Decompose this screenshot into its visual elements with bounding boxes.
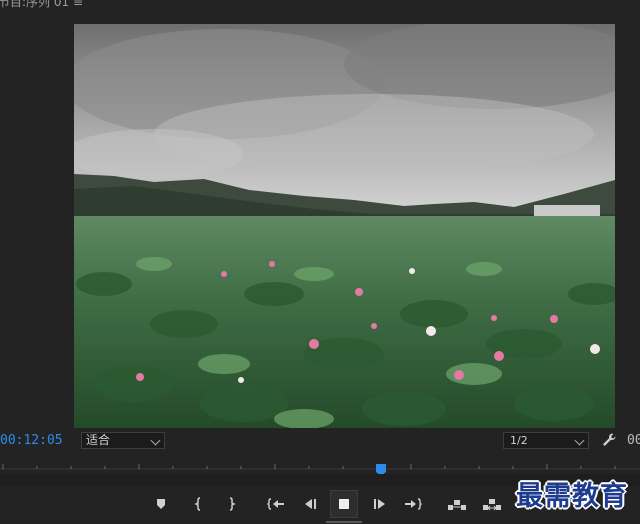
playback-resolution-dropdown[interactable]: 1/2 [503,432,589,449]
mark-out-button[interactable] [217,490,245,518]
step-forward-button[interactable] [366,490,394,518]
chevron-down-icon [150,435,161,446]
step-back-button[interactable] [296,490,324,518]
program-monitor-video[interactable] [74,24,615,428]
mark-in-button[interactable] [185,490,213,518]
panel-header: 节目:序列 01 ≡ [0,0,640,14]
go-to-in-icon [267,498,284,510]
go-to-in-button[interactable] [262,490,290,518]
zoom-fit-value: 适合 [86,433,111,447]
extract-icon [483,499,501,511]
wrench-icon[interactable] [601,432,617,448]
step-back-icon [305,499,316,509]
sequence-duration: 00 [627,433,640,448]
stop-button[interactable] [330,490,358,518]
go-to-out-icon [405,498,422,510]
watermark-logo: 最需教育 [516,481,628,512]
current-timecode[interactable]: 00:12:05 [0,433,63,448]
playhead-handle[interactable] [376,461,386,476]
add-marker-icon [157,499,165,509]
panel-title[interactable]: 节目:序列 01 ≡ [0,0,83,10]
mark-in-icon [194,497,201,511]
go-to-out-button[interactable] [399,490,427,518]
chevron-down-icon [574,435,585,446]
add-marker-button[interactable] [147,490,175,518]
mark-out-icon [229,497,236,511]
lift-button[interactable] [443,490,471,518]
stop-icon [339,499,349,509]
playback-resolution-value: 1/2 [510,434,528,447]
zoom-fit-dropdown[interactable]: 适合 [81,432,165,449]
time-ruler[interactable] [0,458,640,474]
step-forward-icon [374,499,385,509]
extract-button[interactable] [478,490,506,518]
stop-button-indicator [326,521,362,523]
lift-icon [448,500,466,510]
